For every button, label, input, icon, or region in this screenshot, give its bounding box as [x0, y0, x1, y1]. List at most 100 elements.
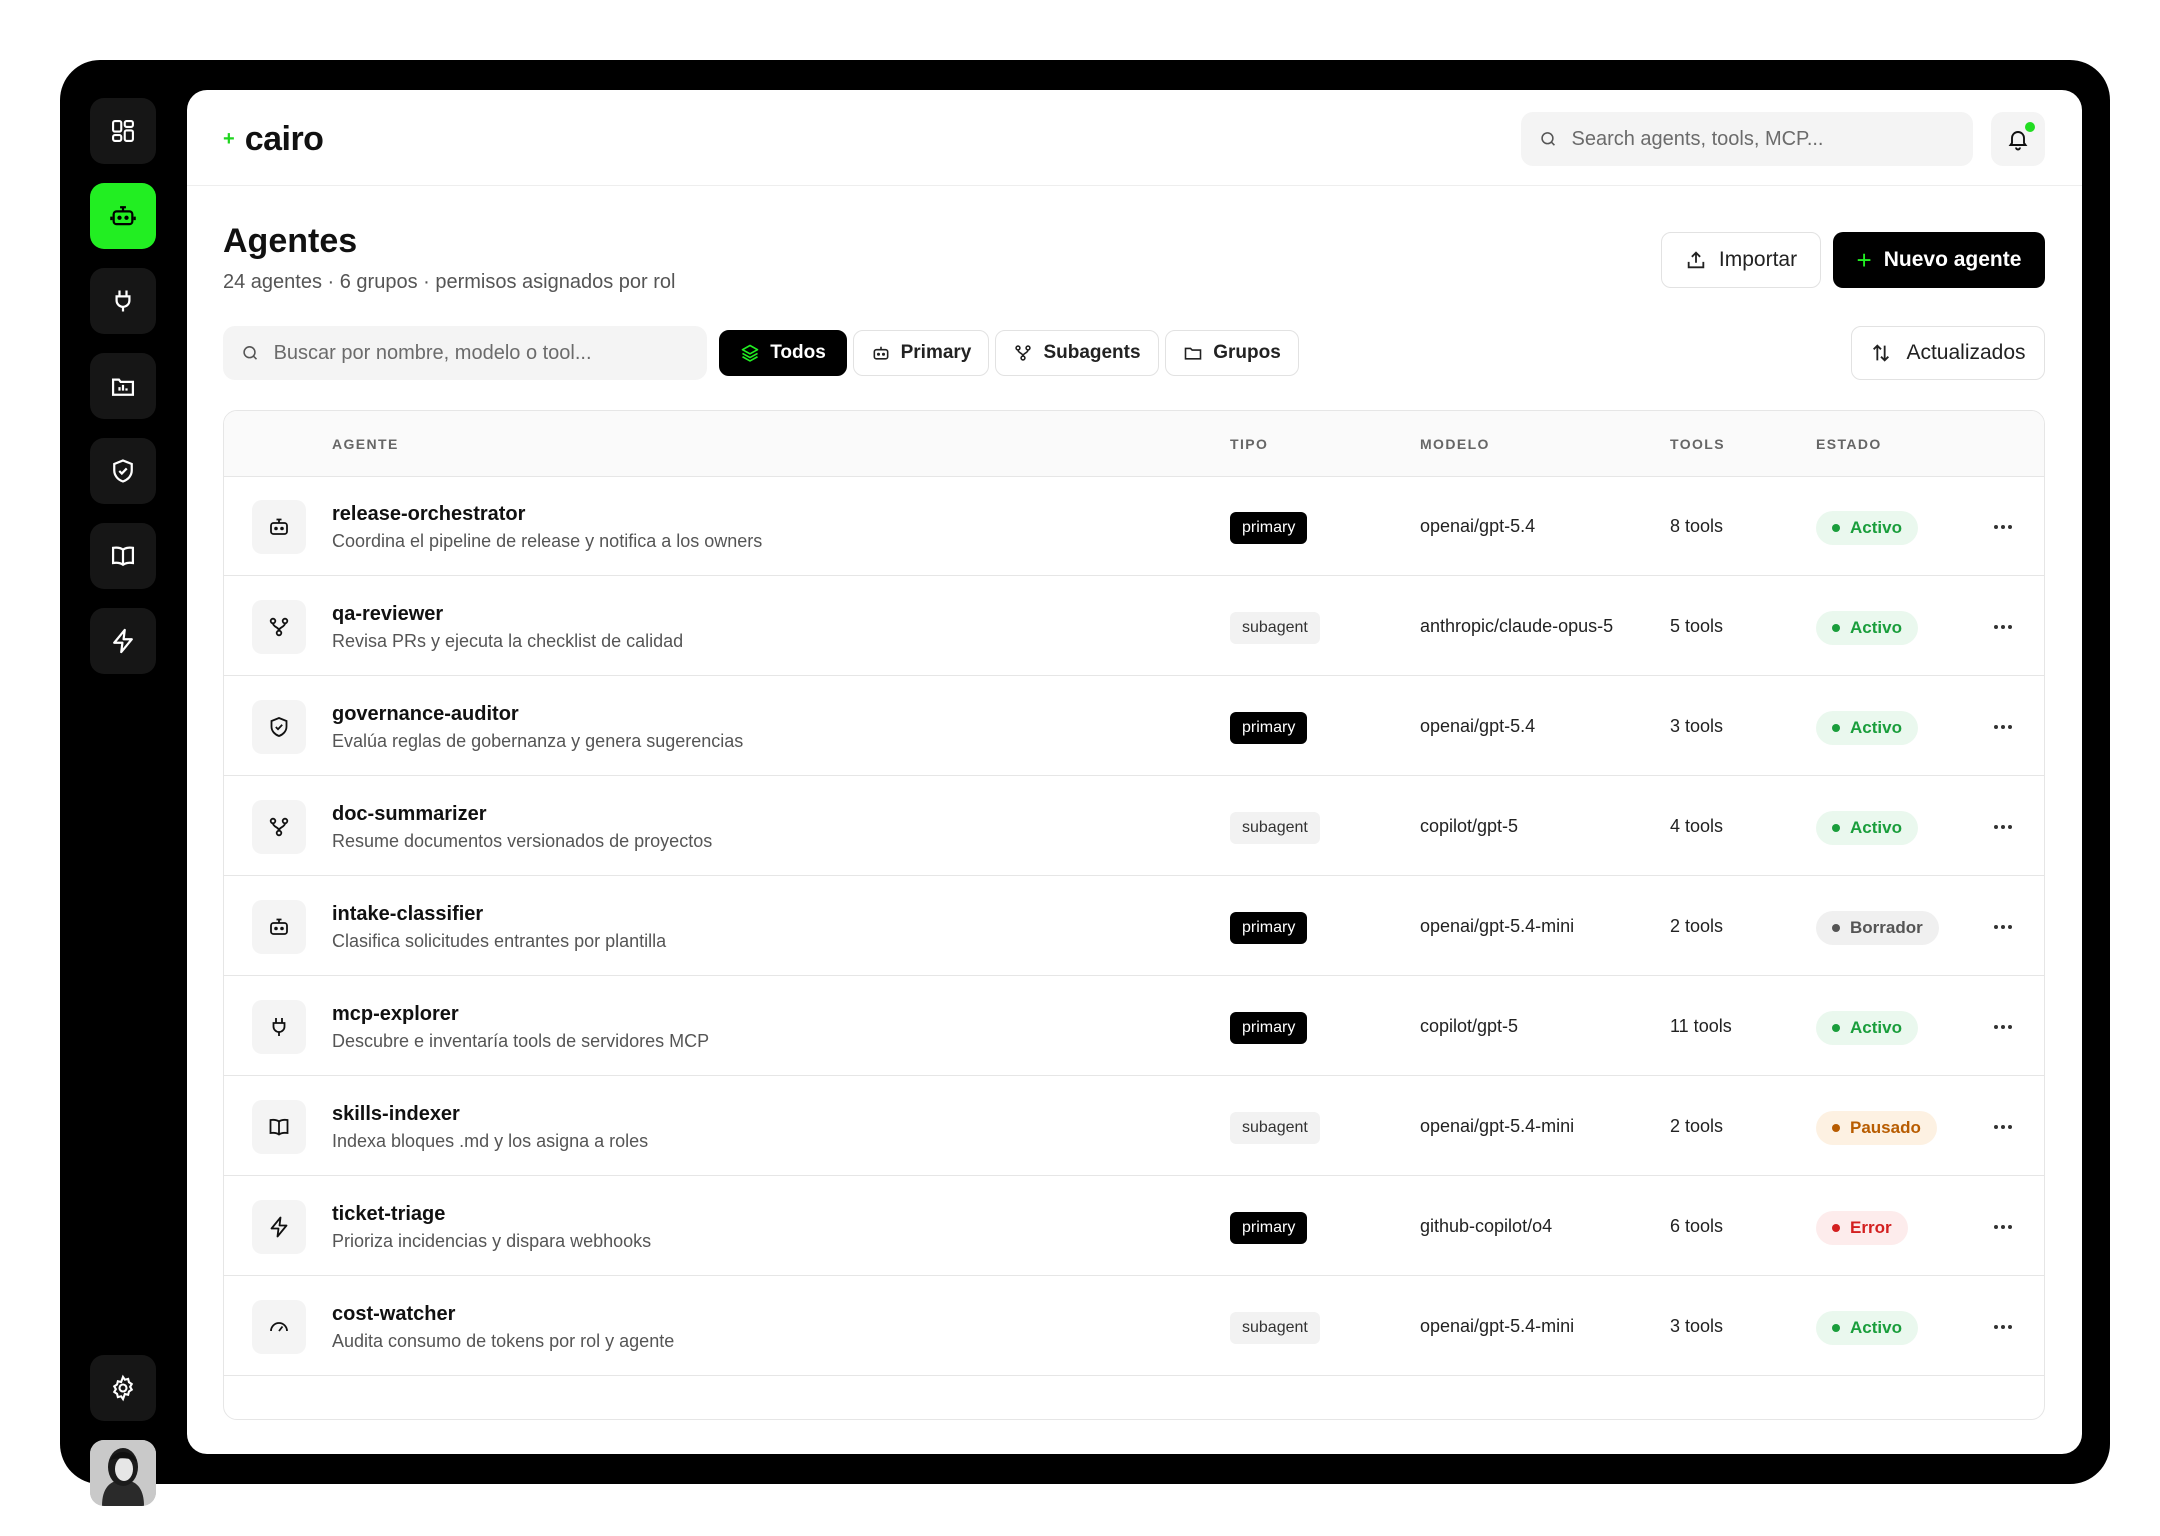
agent-search-input[interactable] — [273, 341, 707, 365]
agent-search[interactable] — [223, 326, 707, 380]
row-more-button[interactable] — [1988, 1013, 2018, 1041]
agent-model: openai/gpt-5.4 — [1420, 716, 1536, 736]
agent-name[interactable]: ticket-triage — [332, 1203, 445, 1226]
table-row[interactable]: ticket-triage Prioriza incidencias y disp… — [224, 1177, 2044, 1276]
status-dot — [1832, 1124, 1840, 1132]
more-dot-icon — [2008, 1025, 2012, 1029]
status-label: Borrador — [1850, 918, 1923, 937]
more-dot-icon — [1994, 1225, 1998, 1229]
robot-icon — [270, 918, 288, 935]
notifications-button[interactable] — [1991, 112, 2045, 166]
filter-chip-todos[interactable]: Todos — [719, 330, 847, 376]
sidebar-item-integrations[interactable] — [90, 268, 156, 334]
avatar[interactable] — [90, 1440, 156, 1506]
agent-description: Revisa PRs y ejecuta la checklist de cal… — [332, 631, 684, 651]
type-badge: primary — [1230, 712, 1308, 744]
more-dot-icon — [1994, 1325, 1998, 1329]
row-more-button[interactable] — [1988, 813, 2018, 841]
agent-model: copilot/gpt-5 — [1420, 1016, 1519, 1036]
agents-table: AGENTE TIPO MODELO TOOLS ESTADO release-… — [223, 410, 2045, 1420]
agent-avatar — [252, 700, 306, 754]
notification-dot — [2025, 122, 2035, 132]
robot-icon — [873, 346, 889, 360]
plug-icon — [115, 290, 131, 312]
filter-chip-subagents[interactable]: Subagents — [995, 330, 1159, 376]
sidebar-item-dashboard[interactable] — [90, 98, 156, 164]
row-more-button[interactable] — [1988, 913, 2018, 941]
table-row[interactable]: doc-summarizer Resume documentos versiona… — [224, 777, 2044, 876]
row-more-button[interactable] — [1988, 513, 2018, 541]
table-row[interactable]: cost-watcher Audita consumo de tokens por… — [224, 1277, 2044, 1376]
status-dot — [1832, 1224, 1840, 1232]
status-label: Pausado — [1850, 1118, 1921, 1137]
agent-avatar — [252, 1200, 306, 1254]
more-dot-icon — [2008, 525, 2012, 529]
more-dot-icon — [2008, 1125, 2012, 1129]
column-header-type[interactable]: TIPO — [1230, 436, 1268, 452]
global-search-input[interactable] — [1571, 127, 1973, 151]
gauge-icon — [270, 1322, 288, 1332]
search-icon — [243, 346, 258, 360]
more-dot-icon — [1994, 625, 1998, 629]
filter-chip-primary[interactable]: Primary — [853, 330, 989, 376]
more-dot-icon — [2001, 1125, 2005, 1129]
status-label: Error — [1850, 1218, 1892, 1237]
more-dot-icon — [2001, 1025, 2005, 1029]
more-dot-icon — [2008, 825, 2012, 829]
filter-chip-grupos[interactable]: Grupos — [1165, 330, 1299, 376]
agent-description: Coordina el pipeline de release y notifi… — [332, 531, 763, 551]
sort-label: Actualizados — [1906, 341, 2026, 364]
sidebar-item-skills[interactable] — [90, 523, 156, 589]
table-row[interactable]: skills-indexer Indexa bloques .md y los a… — [224, 1077, 2044, 1176]
book-icon — [269, 1118, 289, 1136]
table-row[interactable]: intake-classifier Clasifica solicitudes e… — [224, 877, 2044, 976]
agent-avatar — [252, 1000, 306, 1054]
table-row[interactable]: mcp-explorer Descubre e inventaría tools … — [224, 977, 2044, 1076]
agent-name[interactable]: mcp-explorer — [332, 1003, 459, 1026]
import-button[interactable]: Importar — [1661, 232, 1821, 288]
agent-tools-count: 6 tools — [1670, 1216, 1724, 1236]
sidebar-item-settings[interactable] — [90, 1355, 156, 1421]
row-more-button[interactable] — [1988, 1313, 2018, 1341]
agent-name[interactable]: cost-watcher — [332, 1303, 455, 1326]
row-more-button[interactable] — [1988, 713, 2018, 741]
column-header-status[interactable]: ESTADO — [1816, 436, 1882, 452]
agent-name[interactable]: governance-auditor — [332, 703, 519, 726]
table-row[interactable]: governance-auditor Evalúa reglas de gober… — [224, 677, 2044, 776]
global-search[interactable] — [1521, 112, 1973, 166]
chart-icon — [111, 378, 135, 396]
status-badge: Activo — [1816, 711, 1918, 745]
agent-tools-count: 11 tools — [1670, 1016, 1732, 1036]
brand-logo[interactable]: + cairo — [223, 120, 324, 159]
row-more-button[interactable] — [1988, 1213, 2018, 1241]
row-more-button[interactable] — [1988, 613, 2018, 641]
row-more-button[interactable] — [1988, 1113, 2018, 1141]
agent-model: anthropic/claude-opus-5 — [1420, 616, 1614, 636]
agent-model: openai/gpt-5.4-mini — [1420, 916, 1575, 936]
sidebar-item-automations[interactable] — [90, 608, 156, 674]
agent-model: openai/gpt-5.4-mini — [1420, 1316, 1575, 1336]
agent-name[interactable]: skills-indexer — [332, 1103, 460, 1126]
type-badge: subagent — [1230, 1112, 1320, 1144]
sidebar-item-governance[interactable] — [90, 438, 156, 504]
filter-chip-label: Subagents — [1043, 342, 1141, 363]
column-header-tools[interactable]: TOOLS — [1670, 436, 1725, 452]
agent-name[interactable]: doc-summarizer — [332, 803, 487, 826]
agent-name[interactable]: intake-classifier — [332, 903, 483, 926]
sidebar-item-analytics[interactable] — [90, 353, 156, 419]
column-header-agent[interactable]: AGENTE — [332, 436, 399, 452]
agent-name[interactable]: release-orchestrator — [332, 503, 525, 526]
table-row[interactable]: release-orchestrator Coordina el pipeline… — [224, 477, 2044, 576]
sidebar-item-agents[interactable] — [90, 183, 156, 249]
status-dot — [1832, 924, 1840, 932]
status-dot — [1832, 824, 1840, 832]
new-agent-button[interactable]: + Nuevo agente — [1833, 232, 2045, 288]
status-badge: Error — [1816, 1211, 1908, 1245]
sort-icon — [1873, 344, 1890, 362]
table-row[interactable]: qa-reviewer Revisa PRs y ejecuta la check… — [224, 577, 2044, 676]
status-badge: Activo — [1816, 611, 1918, 645]
agent-name[interactable]: qa-reviewer — [332, 603, 443, 626]
plus-icon: + — [1856, 244, 1872, 275]
column-header-model[interactable]: MODELO — [1420, 436, 1490, 452]
sort-button[interactable]: Actualizados — [1851, 326, 2045, 380]
